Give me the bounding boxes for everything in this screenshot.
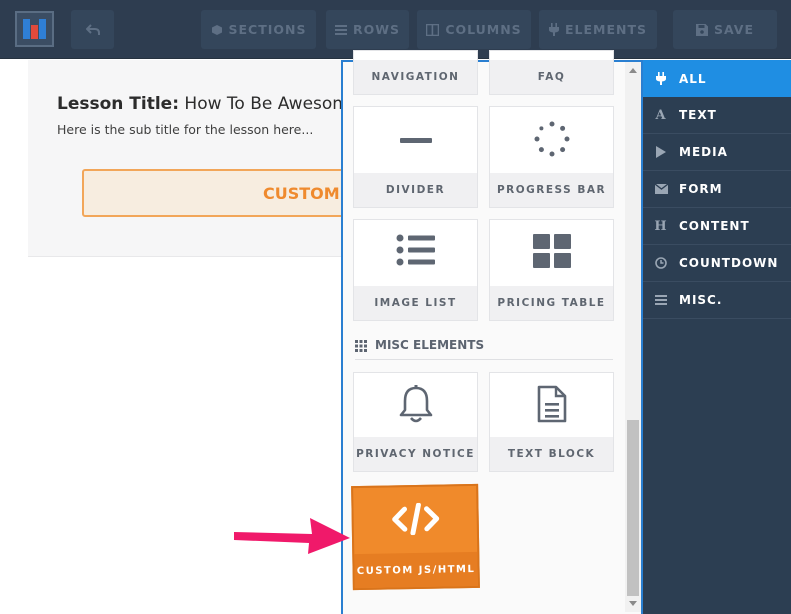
category-label: FORM [679, 182, 723, 196]
cube-icon [211, 24, 222, 35]
undo-button[interactable] [71, 10, 114, 49]
category-label: MEDIA [679, 145, 728, 159]
list-icon [396, 234, 435, 266]
text-icon: A [655, 107, 667, 123]
category-label: MISC. [679, 293, 723, 307]
tile-pricing-table[interactable]: PRICING TABLE [489, 219, 614, 321]
rows-button[interactable]: ROWS [326, 10, 409, 49]
document-icon [537, 385, 566, 423]
sections-label: SECTIONS [228, 22, 307, 37]
elements-button[interactable]: ELEMENTS [539, 10, 657, 49]
scrollbar-thumb[interactable] [627, 420, 639, 596]
tile-privacy-notice[interactable]: PRIVACY NOTICE [353, 372, 478, 472]
app-logo[interactable] [15, 11, 54, 47]
category-form[interactable]: FORM [643, 171, 791, 208]
category-all[interactable]: ALL [643, 60, 791, 97]
tile-label: DIVIDER [354, 173, 477, 207]
save-button[interactable]: SAVE [673, 10, 777, 49]
play-icon [656, 146, 666, 158]
lesson-title-text: How To Be Awesome [184, 94, 360, 114]
save-label: SAVE [713, 22, 755, 37]
tile-faq[interactable]: FAQ [489, 50, 614, 95]
grid-icon [532, 234, 571, 268]
columns-label: COLUMNS [445, 22, 522, 37]
category-label: COUNTDOWN [679, 256, 779, 270]
category-misc[interactable]: MISC. [643, 282, 791, 319]
panel-scrollbar[interactable] [625, 62, 641, 612]
misc-elements-heading: MISC ELEMENTS [355, 338, 613, 360]
sections-button[interactable]: SECTIONS [201, 10, 316, 49]
tile-label: CUSTOM JS/HTML [354, 551, 478, 589]
lesson-card[interactable]: Lesson Title: How To Be Awesome Here is … [28, 60, 372, 257]
tile-label: IMAGE LIST [354, 286, 477, 320]
category-content[interactable]: H CONTENT [643, 208, 791, 245]
columns-icon [426, 23, 440, 36]
tile-custom-js-html[interactable]: CUSTOM JS/HTML [351, 483, 480, 591]
undo-icon [85, 23, 100, 35]
progress-spinner-icon [534, 121, 569, 157]
category-label: TEXT [679, 108, 717, 122]
tile-label: TEXT BLOCK [490, 437, 613, 471]
plug-icon [548, 23, 559, 36]
clock-icon [655, 257, 667, 269]
tile-text-block[interactable]: TEXT BLOCK [489, 372, 614, 472]
code-icon [391, 502, 439, 536]
tile-divider[interactable]: DIVIDER [353, 106, 478, 208]
menu-icon [655, 295, 667, 305]
tile-label: NAVIGATION [354, 60, 477, 94]
columns-button[interactable]: COLUMNS [417, 10, 531, 49]
bell-icon [399, 385, 432, 423]
category-sidebar: ALL A TEXT MEDIA FORM H CONTENT COUNTDOW… [643, 60, 791, 614]
category-text[interactable]: A TEXT [643, 97, 791, 134]
rows-label: ROWS [352, 22, 401, 37]
custom-button-label: CUSTOM [263, 184, 340, 203]
tile-progress-bar[interactable]: PROGRESS BAR [489, 106, 614, 208]
custom-button[interactable]: CUSTOM [82, 169, 372, 217]
tile-label: PROGRESS BAR [490, 173, 613, 207]
divider-icon [399, 138, 432, 143]
tile-label: FAQ [490, 60, 613, 94]
scroll-down-arrow[interactable] [629, 601, 637, 606]
lesson-subtitle: Here is the sub title for the lesson her… [57, 122, 314, 137]
misc-heading-label: MISC ELEMENTS [375, 338, 485, 352]
scroll-up-arrow[interactable] [629, 68, 637, 73]
tile-label: PRICING TABLE [490, 286, 613, 320]
category-countdown[interactable]: COUNTDOWN [643, 245, 791, 282]
grid-dots-icon [355, 340, 367, 352]
envelope-icon [654, 184, 668, 194]
tile-label: PRIVACY NOTICE [354, 437, 477, 471]
category-label: ALL [679, 71, 707, 86]
elements-label: ELEMENTS [564, 22, 647, 37]
rows-icon [334, 24, 347, 35]
tile-image-list[interactable]: IMAGE LIST [353, 219, 478, 321]
tile-navigation[interactable]: NAVIGATION [353, 50, 478, 95]
lesson-title-label: Lesson Title: [57, 94, 180, 114]
annotation-arrow [234, 518, 350, 554]
category-label: CONTENT [679, 219, 750, 233]
plug-icon [656, 72, 666, 85]
lesson-title: Lesson Title: How To Be Awesome [57, 94, 377, 114]
heading-icon: H [654, 218, 668, 234]
category-media[interactable]: MEDIA [643, 134, 791, 171]
floppy-icon [695, 23, 708, 36]
